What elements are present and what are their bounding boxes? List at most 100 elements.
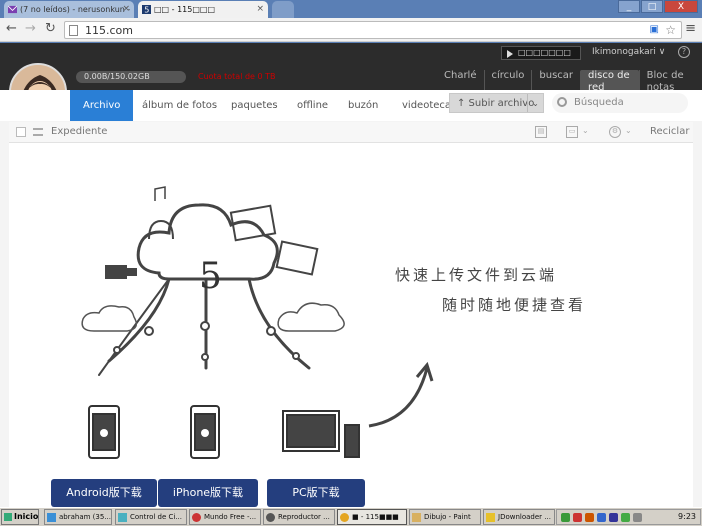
search-placeholder: Búsqueda bbox=[574, 97, 624, 108]
translate-icon[interactable]: ▣ bbox=[650, 24, 659, 35]
tray-icon[interactable] bbox=[573, 512, 582, 522]
windows-logo-icon bbox=[4, 513, 12, 521]
new-tab-button[interactable] bbox=[272, 1, 294, 18]
app-header: □□□□□□□ Ikimonogakari ∨ ? 0.00B/150.02GB… bbox=[0, 43, 702, 121]
storage-quota-bar: 0.00B/150.02GB bbox=[76, 71, 186, 83]
taskbar-button[interactable]: ■ - 115■■■ bbox=[337, 509, 407, 525]
taskbar-button[interactable]: JDownloader ... bbox=[483, 509, 555, 525]
media-player-icon bbox=[266, 513, 275, 522]
search-input[interactable]: Búsqueda bbox=[552, 93, 688, 113]
close-window-button[interactable]: X bbox=[664, 0, 698, 13]
windows-taskbar: Inicio abraham (35... Control de Ci... M… bbox=[0, 507, 702, 526]
tray-icon[interactable] bbox=[621, 512, 630, 522]
address-bar[interactable]: 115.com ▣ ☆ bbox=[64, 21, 682, 39]
taskbar-button[interactable]: Mundo Free -... bbox=[189, 509, 261, 525]
pc-download-button[interactable]: PC版下载 bbox=[267, 479, 365, 507]
taskbar-button-label: Control de Ci... bbox=[130, 513, 183, 521]
browser-tab-title: (7 no leídos) - nerusonkun - bbox=[20, 5, 131, 14]
start-button[interactable]: Inicio bbox=[1, 509, 39, 525]
maximize-button[interactable]: □ bbox=[641, 0, 663, 13]
star-bookmark-icon[interactable]: ☆ bbox=[665, 23, 676, 37]
tray-icon[interactable] bbox=[597, 512, 606, 522]
music-note-icon bbox=[154, 186, 166, 201]
browser-tab-title: □□ - 115□□□ bbox=[154, 5, 216, 14]
play-icon[interactable] bbox=[507, 50, 513, 58]
reciclar-button[interactable]: Reciclar bbox=[650, 126, 689, 137]
file-sort-icon[interactable]: ▭ bbox=[566, 126, 578, 138]
mail-icon bbox=[8, 5, 17, 14]
browser-tab-strip: (7 no leídos) - nerusonkun - × 5 □□ - 11… bbox=[0, 0, 702, 18]
cloud-number: 5 bbox=[199, 256, 222, 297]
taskbar-button[interactable]: Reproductor ... bbox=[263, 509, 335, 525]
book-icon bbox=[275, 240, 319, 276]
slogan-line2: 随时随地便捷查看 bbox=[442, 296, 587, 314]
android-download-button[interactable]: Android版下载 bbox=[51, 479, 157, 507]
small-cloud-icon bbox=[81, 305, 138, 332]
help-icon[interactable]: ? bbox=[678, 46, 690, 58]
browser-toolbar: ← → ↻ 115.com ▣ ☆ ≡ bbox=[0, 18, 702, 42]
chevron-down-icon[interactable]: ⌄ bbox=[582, 126, 589, 135]
search-icon bbox=[557, 97, 567, 107]
tray-icon[interactable] bbox=[561, 512, 570, 522]
browser-tab-115[interactable]: 5 □□ - 115□□□ × bbox=[138, 1, 268, 18]
browser-tab-gmail[interactable]: (7 no leídos) - nerusonkun - × bbox=[4, 1, 134, 18]
music-player[interactable]: □□□□□□□ bbox=[501, 46, 581, 60]
list-view-icon[interactable] bbox=[33, 128, 43, 136]
taskbar-button[interactable]: abraham (35... bbox=[44, 509, 112, 525]
main-tabs: Archivo álbum de fotos paquetes offline … bbox=[0, 90, 702, 121]
tray-icon[interactable] bbox=[609, 512, 618, 522]
taskbar-button-label: Dibujo - Paint bbox=[424, 513, 471, 521]
upload-label: ↑ Subir archivo bbox=[457, 98, 535, 109]
taskbar-button-label: ■ - 115■■■ bbox=[352, 513, 399, 521]
player-text: □□□□□□□ bbox=[518, 48, 571, 57]
chevron-down-icon[interactable]: ⌄ bbox=[625, 126, 632, 135]
iphone-download-button[interactable]: iPhone版下载 bbox=[158, 479, 258, 507]
tab-buzon[interactable]: buzón bbox=[348, 90, 378, 121]
tab-album-de-fotos[interactable]: álbum de fotos bbox=[142, 90, 217, 121]
paint-icon bbox=[412, 513, 421, 522]
expediente-label[interactable]: Expediente bbox=[51, 126, 107, 137]
chevron-down-icon[interactable]: ⌄ bbox=[527, 94, 543, 112]
close-tab-icon[interactable]: × bbox=[256, 1, 264, 18]
slogan-line1: 快速上传文件到云端 bbox=[395, 266, 558, 284]
forward-arrow-icon[interactable]: → bbox=[25, 21, 36, 36]
video-camera-icon bbox=[105, 265, 137, 279]
jdownloader-icon bbox=[486, 513, 495, 522]
tray-icon[interactable] bbox=[585, 512, 594, 522]
small-cloud-icon bbox=[277, 302, 345, 332]
taskbar-button[interactable]: Control de Ci... bbox=[115, 509, 187, 525]
messenger-icon bbox=[47, 513, 56, 522]
start-label: Inicio bbox=[14, 512, 39, 521]
close-tab-icon[interactable]: × bbox=[122, 1, 130, 18]
taskbar-button-label: Reproductor ... bbox=[278, 513, 330, 521]
back-arrow-icon[interactable]: ← bbox=[6, 21, 17, 36]
chrome-icon bbox=[340, 513, 349, 522]
storage-quota-text: 0.00B/150.02GB bbox=[84, 72, 150, 81]
tab-offline[interactable]: offline bbox=[297, 90, 328, 121]
taskbar-button-label: Mundo Free -... bbox=[204, 513, 257, 521]
volume-icon[interactable] bbox=[633, 512, 642, 522]
taskbar-button-label: abraham (35... bbox=[59, 513, 111, 521]
svg-text:5: 5 bbox=[144, 5, 149, 14]
page-icon bbox=[69, 25, 78, 36]
network-icon bbox=[118, 513, 127, 522]
taskbar-button[interactable]: Dibujo - Paint bbox=[409, 509, 481, 525]
clock: 9:23 bbox=[678, 512, 696, 521]
tab-archivo[interactable]: Archivo bbox=[70, 90, 134, 121]
tab-paquetes[interactable]: paquetes bbox=[231, 90, 278, 121]
cloud-illustration bbox=[81, 186, 434, 459]
tab-videoteca[interactable]: videoteca bbox=[402, 90, 451, 121]
browser-icon bbox=[192, 513, 201, 522]
select-all-checkbox[interactable] bbox=[16, 127, 26, 137]
calendar-icon[interactable]: ▤ bbox=[535, 126, 547, 138]
address-text: 115.com bbox=[85, 24, 133, 37]
app-115: □□□□□□□ Ikimonogakari ∨ ? 0.00B/150.02GB… bbox=[0, 43, 702, 507]
reload-icon[interactable]: ↻ bbox=[45, 21, 56, 36]
user-name[interactable]: Ikimonogakari ∨ bbox=[592, 47, 665, 57]
minimize-button[interactable]: _ bbox=[618, 0, 640, 13]
115-logo-icon: 5 bbox=[142, 5, 151, 14]
chrome-menu-icon[interactable]: ≡ bbox=[685, 21, 696, 36]
upload-button[interactable]: ↑ Subir archivo ⌄ bbox=[449, 93, 544, 113]
user-name-text: Ikimonogakari bbox=[592, 47, 656, 57]
settings-icon[interactable]: ⚙ bbox=[609, 126, 621, 138]
